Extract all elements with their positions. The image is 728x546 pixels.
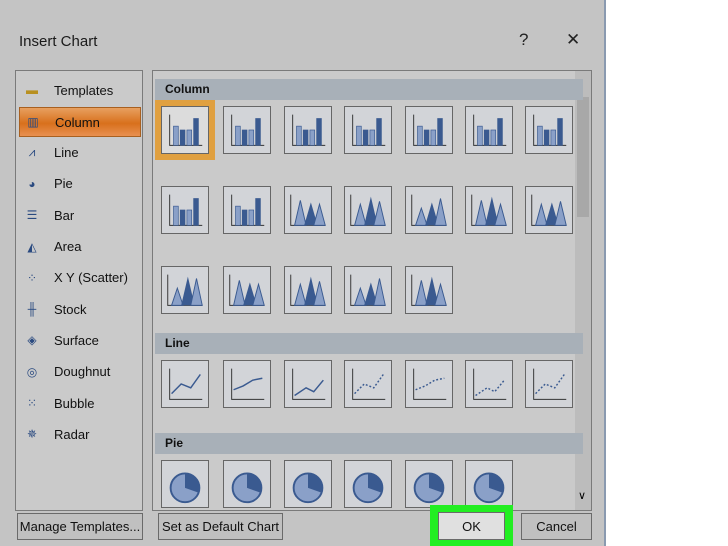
sidebar-item-bubble[interactable]: ⁙ Bubble (19, 389, 139, 417)
pie-chart-subtype-3[interactable] (284, 460, 332, 508)
line-chart-subtype-2[interactable] (223, 360, 271, 408)
column-chart-subtype-7[interactable] (525, 106, 573, 154)
column-chart-icon: ▥ (27, 115, 39, 130)
manage-templates-button[interactable]: Manage Templates... (17, 513, 143, 540)
chart-subtype-gallery: ∨ Column Line Pie (152, 70, 592, 511)
sidebar-item-label: Templates (54, 82, 114, 98)
column-chart-subtype-19[interactable] (405, 266, 453, 314)
stock-chart-icon: ╫ (27, 302, 37, 317)
sidebar-item-label: X Y (Scatter) (54, 270, 128, 286)
sidebar-item-label: Bubble (54, 395, 95, 411)
section-header-column: Column (155, 79, 583, 100)
dialog-title: Insert Chart (19, 33, 98, 50)
sidebar-item-label: Bar (54, 207, 75, 223)
pie-chart-subtype-6[interactable] (465, 460, 513, 508)
section-header-line: Line (155, 333, 583, 354)
sidebar-item-label: Radar (54, 426, 90, 442)
ok-button[interactable]: OK (438, 512, 505, 540)
sidebar-item-surface[interactable]: ◈ Surface (19, 326, 139, 354)
close-button[interactable]: ✕ (566, 30, 580, 50)
sidebar-item-label: Doughnut (54, 364, 111, 380)
column-chart-subtype-11[interactable] (344, 186, 392, 234)
sidebar-item-area[interactable]: ◭ Area (19, 233, 139, 261)
column-chart-subtype-1[interactable] (155, 100, 215, 160)
line-chart-subtype-5[interactable] (405, 360, 453, 408)
bar-chart-icon: ☰ (26, 208, 38, 223)
sidebar-item-label: Column (55, 114, 100, 130)
column-chart-subtype-14[interactable] (525, 186, 573, 234)
line-chart-subtype-3[interactable] (284, 360, 332, 408)
area-chart-icon: ◭ (27, 239, 37, 254)
section-header-pie: Pie (155, 433, 583, 454)
surface-chart-icon: ◈ (27, 333, 37, 348)
doughnut-chart-icon: ◎ (26, 364, 38, 379)
line-chart-subtype-1[interactable] (161, 360, 209, 408)
scatter-chart-icon: ⁘ (26, 270, 38, 285)
cancel-button[interactable]: Cancel (521, 513, 592, 540)
sidebar-item-label: Surface (54, 332, 99, 348)
pie-chart-icon: ◕ (28, 176, 36, 191)
sidebar-item-label: Pie (54, 176, 73, 192)
pie-chart-subtype-2[interactable] (223, 460, 271, 508)
column-chart-subtype-13[interactable] (465, 186, 513, 234)
sidebar-item-doughnut[interactable]: ◎ Doughnut (19, 358, 139, 386)
line-chart-subtype-6[interactable] (465, 360, 513, 408)
sidebar-item-radar[interactable]: ✵ Radar (19, 420, 139, 448)
line-chart-subtype-4[interactable] (344, 360, 392, 408)
pie-chart-subtype-4[interactable] (344, 460, 392, 508)
sidebar-item-label: Stock (54, 301, 87, 317)
column-chart-subtype-16[interactable] (223, 266, 271, 314)
radar-chart-icon: ✵ (26, 427, 38, 442)
sidebar-item-stock[interactable]: ╫ Stock (19, 295, 139, 323)
scrollbar-thumb[interactable] (577, 97, 589, 217)
column-chart-subtype-18[interactable] (344, 266, 392, 314)
column-chart-subtype-10[interactable] (284, 186, 332, 234)
column-chart-subtype-8[interactable] (161, 186, 209, 234)
sidebar-item-label: Line (54, 145, 79, 161)
pie-chart-subtype-5[interactable] (405, 460, 453, 508)
folder-icon: ▬ (26, 83, 38, 97)
column-chart-subtype-2[interactable] (223, 106, 271, 154)
bubble-chart-icon: ⁙ (26, 396, 38, 410)
column-chart-subtype-12[interactable] (405, 186, 453, 234)
sidebar-item-label: Area (54, 239, 82, 254)
column-chart-subtype-4[interactable] (344, 106, 392, 154)
sidebar-item-column[interactable]: ▥ Column (19, 107, 141, 138)
pie-chart-subtype-1[interactable] (161, 460, 209, 508)
sidebar-item-pie[interactable]: ◕ Pie (19, 170, 139, 198)
set-default-chart-button[interactable]: Set as Default Chart (158, 513, 283, 540)
insert-chart-dialog: Insert Chart ? ✕ ▬ Templates ▥ Column ⩘ Line ◕… (0, 0, 606, 546)
column-chart-subtype-9[interactable] (223, 186, 271, 234)
sidebar-item-bar[interactable]: ☰ Bar (19, 201, 139, 229)
column-chart-subtype-15[interactable] (161, 266, 209, 314)
sidebar-item-line[interactable]: ⩘ Line (19, 139, 139, 167)
column-chart-subtype-5[interactable] (405, 106, 453, 154)
column-chart-subtype-17[interactable] (284, 266, 332, 314)
sidebar-item-templates[interactable]: ▬ Templates (19, 76, 139, 104)
chart-type-list: ▬ Templates ▥ Column ⩘ Line ◕ Pie ☰ Bar ◭ Area ⁘ X Y … (15, 70, 143, 511)
column-chart-subtype-6[interactable] (465, 106, 513, 154)
column-chart-subtype-3[interactable] (284, 106, 332, 154)
line-chart-icon: ⩘ (28, 145, 36, 160)
help-button[interactable]: ? (519, 30, 528, 50)
line-chart-subtype-7[interactable] (525, 360, 573, 408)
sidebar-item-x-y-scatter-[interactable]: ⁘ X Y (Scatter) (19, 264, 139, 292)
scroll-down-icon[interactable]: ∨ (578, 489, 586, 502)
